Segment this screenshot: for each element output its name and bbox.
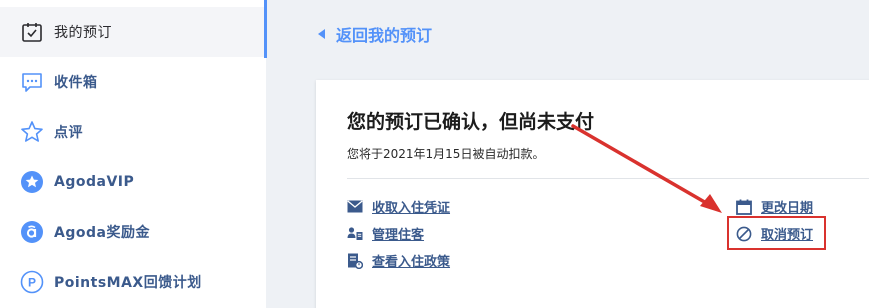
manage-guests-link[interactable]: 管理住客 bbox=[347, 224, 424, 243]
action-label: 管理住客 bbox=[372, 228, 425, 243]
back-link[interactable]: 返回我的预订 bbox=[318, 22, 432, 46]
sidebar-item-reviews[interactable]: 点评 bbox=[0, 107, 264, 157]
sidebar-item-agoda-cash[interactable]: Agoda奖励金 bbox=[0, 207, 264, 257]
divider bbox=[347, 178, 869, 179]
sidebar-item-pointsmax[interactable]: P PointsMAX回馈计划 bbox=[0, 257, 264, 307]
svg-text:P: P bbox=[28, 276, 36, 290]
envelope-icon bbox=[347, 199, 363, 215]
policy-icon bbox=[347, 253, 363, 269]
annotation-highlight-box bbox=[727, 216, 826, 250]
change-dates-link[interactable]: 更改日期 bbox=[736, 197, 813, 216]
guest-icon bbox=[347, 226, 363, 242]
action-label: 更改日期 bbox=[761, 201, 814, 216]
booking-status-card: 您的预订已确认，但尚未支付 您将于2021年1月15日被自动扣款。 收取入住凭证… bbox=[316, 80, 869, 308]
view-policy-link[interactable]: 查看入住政策 bbox=[347, 251, 450, 270]
calendar-icon bbox=[736, 199, 752, 215]
vip-star-icon bbox=[20, 170, 44, 194]
sidebar-item-label: AgodaVIP bbox=[54, 174, 135, 190]
sidebar-item-label: PointsMAX回馈计划 bbox=[54, 275, 202, 291]
sidebar-item-label: 点评 bbox=[54, 125, 83, 141]
action-label: 查看入住政策 bbox=[372, 255, 451, 270]
chat-icon bbox=[20, 70, 44, 94]
booking-payment-note: 您将于2021年1月15日被自动扣款。 bbox=[347, 147, 545, 161]
sidebar-item-label: 收件箱 bbox=[54, 75, 98, 91]
sidebar-item-my-bookings[interactable]: 我的预订 bbox=[0, 7, 264, 57]
agoda-cash-icon bbox=[20, 220, 44, 244]
active-indicator bbox=[264, 0, 267, 58]
sidebar-item-label: Agoda奖励金 bbox=[54, 225, 150, 241]
star-outline-icon bbox=[20, 120, 44, 144]
booking-status-title: 您的预订已确认，但尚未支付 bbox=[347, 111, 595, 133]
calendar-check-icon bbox=[20, 20, 44, 44]
pointsmax-icon: P bbox=[20, 270, 44, 294]
get-voucher-link[interactable]: 收取入住凭证 bbox=[347, 197, 450, 216]
sidebar-item-inbox[interactable]: 收件箱 bbox=[0, 57, 264, 107]
sidebar: 我的预订 收件箱 点评 AgodaVIP Agoda奖励金 P PointsMA… bbox=[0, 0, 266, 308]
back-arrow-icon bbox=[318, 29, 325, 39]
sidebar-item-label: 我的预订 bbox=[54, 25, 112, 41]
back-link-label: 返回我的预订 bbox=[336, 26, 433, 45]
action-label: 收取入住凭证 bbox=[372, 201, 451, 216]
sidebar-item-vip[interactable]: AgodaVIP bbox=[0, 157, 264, 207]
